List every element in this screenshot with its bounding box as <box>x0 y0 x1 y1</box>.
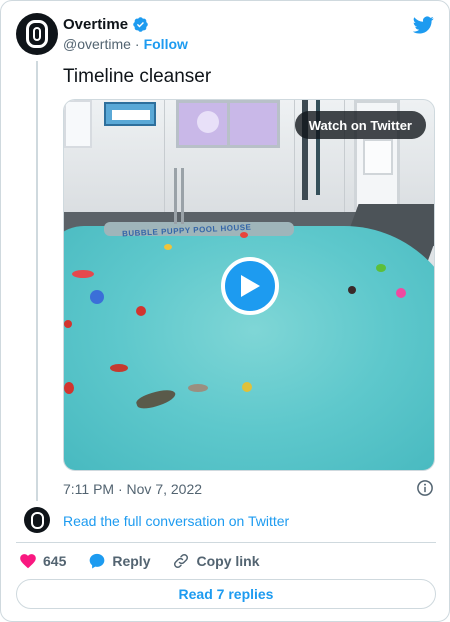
conversation-avatar <box>24 507 50 533</box>
reply-label: Reply <box>112 553 151 569</box>
divider <box>16 542 436 543</box>
play-icon <box>241 275 260 297</box>
link-icon <box>174 553 189 569</box>
pool-toy <box>242 382 252 392</box>
tweet-timestamp[interactable]: 7:11 PM · Nov 7, 2022 <box>63 481 202 497</box>
video-scene-window <box>64 100 92 148</box>
tweet-embed-card: Overtime @overtime · Follow Timeline cle… <box>0 0 450 622</box>
author-name-row: Overtime <box>63 16 149 33</box>
like-count: 645 <box>43 553 67 569</box>
play-button[interactable] <box>221 257 279 315</box>
pool-toy <box>376 264 386 272</box>
handle-separator: · <box>134 36 140 52</box>
info-icon[interactable] <box>416 479 434 497</box>
author-display-name[interactable]: Overtime <box>63 16 128 33</box>
video-scene-ladder <box>174 168 184 224</box>
reply-button[interactable]: Reply <box>88 552 150 570</box>
pool-toy <box>188 384 208 392</box>
twitter-logo-icon[interactable] <box>412 14 434 36</box>
copy-link-label: Copy link <box>196 553 260 569</box>
tweet-text: Timeline cleanser <box>63 66 212 87</box>
watch-on-twitter-button[interactable]: Watch on Twitter <box>294 111 426 139</box>
like-button[interactable]: 645 <box>19 552 66 570</box>
pool-toy <box>110 364 128 372</box>
video-scene-poster <box>104 102 156 126</box>
pool-toy <box>396 288 406 298</box>
reply-bubble-icon <box>90 553 105 569</box>
heart-icon <box>20 554 36 569</box>
read-replies-button[interactable]: Read 7 replies <box>16 579 436 609</box>
verified-badge-icon <box>133 17 148 32</box>
video-player[interactable]: BUBBLE PUPPY POOL HOUSE Watch on Twitter <box>63 99 435 471</box>
copy-link-button[interactable]: Copy link <box>172 552 260 570</box>
author-avatar[interactable] <box>16 13 58 55</box>
read-full-conversation-link[interactable]: Read the full conversation on Twitter <box>63 513 289 529</box>
thread-line <box>36 61 38 501</box>
action-bar: 645 Reply Copy link <box>19 551 282 571</box>
author-handle-row: @overtime · Follow <box>63 36 188 52</box>
pool-toy <box>72 270 94 278</box>
pool-toy <box>240 232 248 238</box>
pool-toy <box>348 286 356 294</box>
author-handle[interactable]: @overtime <box>63 36 131 52</box>
pool-toy <box>90 290 104 304</box>
pool-toy <box>64 382 74 394</box>
video-scene-window <box>176 100 280 148</box>
pool-toy <box>64 320 72 328</box>
follow-button[interactable]: Follow <box>144 36 188 52</box>
pool-toy <box>136 306 146 316</box>
pool-toy <box>164 244 172 250</box>
